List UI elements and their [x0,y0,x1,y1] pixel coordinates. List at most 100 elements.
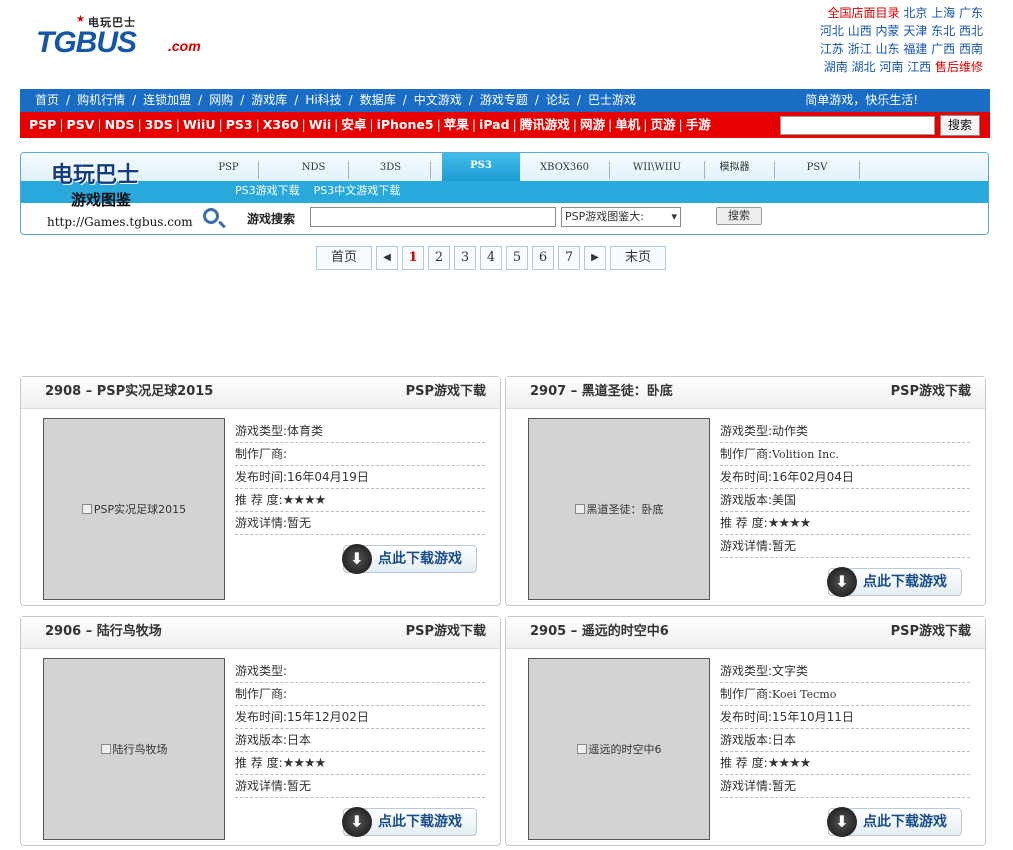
nav-separator: | [334,117,339,132]
card-category[interactable]: PSP游戏下载 [406,617,486,647]
info-label: 制作厂商: [720,447,773,461]
next-page-icon[interactable]: ▶ [584,246,606,270]
info-row: 游戏详情:暂无 [235,775,485,798]
page-number[interactable]: 5 [506,246,528,270]
nav-link[interactable]: 连锁加盟 [143,93,191,107]
city-link[interactable]: 湖南 湖北 河南 江西 [824,60,935,74]
platform-link[interactable]: 网游 [580,117,605,132]
platform-link[interactable]: WiiU [183,117,216,132]
city-link[interactable]: 河北 山西 内蒙 天津 东北 西北 [820,24,983,38]
site-logo[interactable]: ★ 电玩巴士 TGBUS .com [36,14,206,64]
platform-link[interactable]: 手游 [686,117,711,132]
info-value: Volition Inc. [772,448,839,461]
city-highlight-link[interactable]: 全国店面目录 [828,6,900,20]
platform-link[interactable]: NDS [105,117,135,132]
top-search-input[interactable] [780,116,935,135]
city-link[interactable]: 江苏 浙江 山东 福建 广西 西南 [820,42,983,56]
city-link[interactable]: 北京 上海 广东 [900,6,983,20]
broken-image-icon [100,744,111,754]
card-title[interactable]: 2907 – 黑道圣徒：卧底 [530,377,673,407]
card-title[interactable]: 2906 – 陆行鸟牧场 [45,617,162,647]
city-line: 湖南 湖北 河南 江西 售后维修 [813,58,983,76]
nav-separator: | [175,117,180,132]
sublink[interactable]: PS3游戏下载 [235,184,300,197]
game-thumbnail[interactable]: 遥远的时空中6 [528,658,710,840]
game-thumbnail[interactable]: PSP实况足球2015 [43,418,225,600]
download-button[interactable]: ⬇ 点此下载游戏 [827,807,962,837]
page-number[interactable]: 7 [558,246,580,270]
sublink[interactable]: PS3中文游戏下载 [314,184,401,197]
top-search-button[interactable]: 搜索 [940,115,980,136]
card-category[interactable]: PSP游戏下载 [891,617,971,647]
tab-psv[interactable]: PSV [775,161,860,179]
page-number[interactable]: 2 [428,246,450,270]
info-label: 推 荐 度: [235,493,283,507]
games-logo-title: 电玩巴士 [51,163,140,188]
platform-link[interactable]: iPhone5 [377,117,434,132]
nav-link[interactable]: 游戏库 [251,93,287,107]
game-thumbnail[interactable]: 陆行鸟牧场 [43,658,225,840]
download-button[interactable]: ⬇ 点此下载游戏 [342,807,477,837]
page-number[interactable]: 4 [480,246,502,270]
tab-wiiwiiu[interactable]: WII\WIIU [610,161,705,179]
platform-link[interactable]: 3DS [145,117,173,132]
nav-separator: | [471,117,477,132]
platform-link[interactable]: 安卓 [341,117,366,132]
page-number[interactable]: 1 [402,246,424,270]
nav-link[interactable]: 中文游戏 [414,93,462,107]
city-highlight-link[interactable]: 售后维修 [935,60,983,74]
download-arrow-icon: ⬇ [342,807,372,837]
platform-link[interactable]: 单机 [615,117,640,132]
nav-link[interactable]: 游戏专题 [480,93,528,107]
nav-link[interactable]: 巴士游戏 [588,93,636,107]
last-page-button[interactable]: 末页 [610,246,666,270]
thumbnail-alt-text: PSP实况足球2015 [93,503,187,516]
info-label: 推 荐 度: [720,756,768,770]
game-thumbnail[interactable]: 黑道圣徒：卧底 [528,418,710,600]
card-title[interactable]: 2908 – PSP实况足球2015 [45,377,213,407]
tab-xbox360[interactable]: XBOX360 [520,161,610,179]
tab-ps3[interactable]: PS3 [442,153,520,181]
nav-link[interactable]: 购机行情 [77,93,125,107]
page-number[interactable]: 3 [454,246,476,270]
card-category[interactable]: PSP游戏下载 [406,377,486,407]
nav-link[interactable]: 数据库 [360,93,396,107]
info-row: 游戏类型:文字类 [720,660,970,683]
platform-link[interactable]: PS3 [226,117,253,132]
nav-link[interactable]: 网购 [209,93,233,107]
nav-link[interactable]: Hi科技 [305,93,341,107]
prev-page-icon[interactable]: ◀ [376,246,398,270]
tab-3ds[interactable]: 3DS [351,161,431,179]
city-line: 江苏 浙江 山东 福建 广西 西南 [813,40,983,58]
download-button[interactable]: ⬇ 点此下载游戏 [827,567,962,597]
platform-link[interactable]: PSV [67,117,95,132]
tab-[interactable]: 模拟器 [695,161,775,179]
nav-separator: | [572,117,577,132]
card-title[interactable]: 2905 – 遥远的时空中6 [530,617,669,647]
nav-separator: | [255,117,260,132]
platform-link[interactable]: Wii [309,117,331,132]
nav-separator: / [402,93,407,107]
info-row: 推 荐 度:★★★★ [235,752,485,775]
game-category-select[interactable]: PSP游戏图鉴大: [561,207,681,227]
platform-link[interactable]: iPad [479,117,510,132]
info-value: 16年04月19日 [287,470,369,484]
game-search-input[interactable] [310,207,556,227]
download-arrow-icon: ⬇ [827,807,857,837]
platform-link[interactable]: X360 [263,117,299,132]
nav-link[interactable]: 首页 [35,93,59,107]
games-logo-url[interactable]: http://Games.tgbus.com [47,215,193,229]
download-button[interactable]: ⬇ 点此下载游戏 [342,544,477,574]
page-number[interactable]: 6 [532,246,554,270]
game-search-button[interactable]: 搜索 [716,207,762,225]
platform-link[interactable]: PSP [29,117,56,132]
download-button-label: 点此下载游戏 [378,814,462,830]
platform-link[interactable]: 页游 [650,117,675,132]
card-category[interactable]: PSP游戏下载 [891,377,971,407]
tab-psp[interactable]: PSP [199,161,259,179]
platform-link[interactable]: 腾讯游戏 [520,117,570,132]
nav-link[interactable]: 论坛 [546,93,570,107]
tab-nds[interactable]: NDS [279,161,349,179]
first-page-button[interactable]: 首页 [316,246,372,270]
platform-link[interactable]: 苹果 [444,117,469,132]
